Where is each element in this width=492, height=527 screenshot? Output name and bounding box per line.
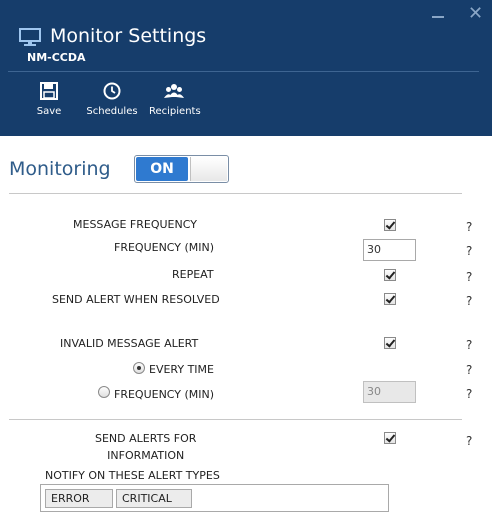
send-alerts-info-line1: SEND ALERTS FOR xyxy=(95,432,197,445)
invalid-frequency-input[interactable]: 30 xyxy=(363,381,416,403)
minimize-icon[interactable] xyxy=(432,16,444,18)
monitoring-label: Monitoring xyxy=(9,158,111,180)
send-alerts-info-checkbox[interactable] xyxy=(384,432,396,444)
help-icon[interactable]: ? xyxy=(466,244,472,258)
invalid-message-alert-checkbox[interactable] xyxy=(384,337,396,349)
alert-types-field[interactable]: ERROR CRITICAL xyxy=(40,484,389,512)
help-icon[interactable]: ? xyxy=(466,270,472,284)
send-alert-resolved-checkbox[interactable] xyxy=(384,293,396,305)
notify-alert-types-label: NOTIFY ON THESE ALERT TYPES xyxy=(45,469,220,482)
people-icon xyxy=(164,84,184,98)
help-icon[interactable]: ? xyxy=(466,434,472,448)
recipients-button[interactable]: Recipients xyxy=(149,82,201,128)
help-icon[interactable]: ? xyxy=(466,387,472,401)
schedules-label: Schedules xyxy=(86,106,138,117)
every-time-label: EVERY TIME xyxy=(149,363,214,376)
send-alerts-info-line2: INFORMATION xyxy=(107,449,185,462)
help-icon[interactable]: ? xyxy=(466,338,472,352)
monitoring-toggle[interactable]: ON xyxy=(134,155,229,183)
section-divider-top xyxy=(9,193,462,194)
save-label: Save xyxy=(36,106,62,117)
monitor-icon xyxy=(19,28,41,46)
close-icon[interactable]: ✕ xyxy=(468,3,483,24)
clock-icon xyxy=(103,82,121,100)
toggle-thumb xyxy=(190,157,227,181)
help-icon[interactable]: ? xyxy=(466,363,472,377)
section-divider-bottom xyxy=(9,419,462,420)
frequency-min-label: FREQUENCY (MIN) xyxy=(114,241,215,254)
repeat-label: REPEAT xyxy=(172,268,214,281)
send-alerts-info-label: SEND ALERTS FOR INFORMATION xyxy=(95,432,196,462)
recipients-label: Recipients xyxy=(149,106,201,117)
schedules-button[interactable]: Schedules xyxy=(86,82,138,128)
frequency-radio[interactable] xyxy=(98,386,110,398)
repeat-checkbox[interactable] xyxy=(384,269,396,281)
send-alert-resolved-label: SEND ALERT WHEN RESOLVED xyxy=(52,293,220,306)
help-icon[interactable]: ? xyxy=(466,220,472,234)
alert-type-chip-error[interactable]: ERROR xyxy=(45,489,113,508)
window-subtitle: NM-CCDA xyxy=(27,51,86,64)
alert-type-chip-critical[interactable]: CRITICAL xyxy=(116,489,192,508)
header-divider xyxy=(8,71,479,72)
invalid-message-alert-label: INVALID MESSAGE ALERT xyxy=(60,337,199,350)
save-button[interactable]: Save xyxy=(34,82,64,128)
frequency-min-input[interactable]: 30 xyxy=(363,239,416,261)
message-frequency-label: MESSAGE FREQUENCY xyxy=(73,218,197,231)
header-bar: ✕ Monitor Settings NM-CCDA Save Schedule… xyxy=(0,0,492,136)
message-frequency-checkbox[interactable] xyxy=(384,219,396,231)
window-title: Monitor Settings xyxy=(50,25,207,47)
save-icon xyxy=(40,82,58,100)
invalid-frequency-label: FREQUENCY (MIN) xyxy=(114,388,215,401)
every-time-radio[interactable] xyxy=(133,362,145,374)
toggle-on-label: ON xyxy=(136,157,188,181)
help-icon[interactable]: ? xyxy=(466,294,472,308)
